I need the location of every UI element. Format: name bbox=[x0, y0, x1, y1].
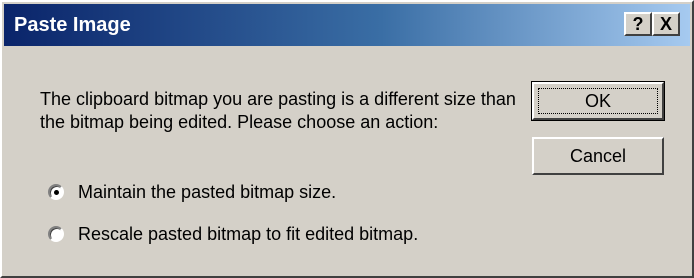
dialog-title: Paste Image bbox=[14, 14, 131, 36]
cancel-button[interactable]: Cancel bbox=[532, 137, 664, 175]
ok-button[interactable]: OK bbox=[531, 81, 665, 121]
cancel-button-label: Cancel bbox=[569, 145, 627, 166]
radio-button-unchecked[interactable] bbox=[48, 226, 64, 242]
paste-image-dialog: Paste Image ? X The clipboard bitmap you… bbox=[0, 0, 694, 278]
close-icon: X bbox=[659, 13, 672, 34]
radio-option-rescale[interactable]: Rescale pasted bitmap to fit edited bitm… bbox=[48, 222, 418, 246]
radio-label-rescale: Rescale pasted bitmap to fit edited bitm… bbox=[78, 223, 419, 244]
focus-rectangle bbox=[538, 88, 658, 114]
help-icon: ? bbox=[632, 13, 644, 34]
radio-option-maintain-size[interactable]: Maintain the pasted bitmap size. bbox=[48, 180, 336, 204]
title-bar[interactable]: Paste Image ? X bbox=[4, 4, 690, 46]
close-button[interactable]: X bbox=[652, 12, 680, 36]
radio-button-checked[interactable] bbox=[48, 184, 64, 200]
dialog-message: The clipboard bitmap you are pasting is … bbox=[40, 89, 516, 132]
radio-label-maintain-size: Maintain the pasted bitmap size. bbox=[78, 181, 337, 202]
help-button[interactable]: ? bbox=[624, 12, 652, 36]
